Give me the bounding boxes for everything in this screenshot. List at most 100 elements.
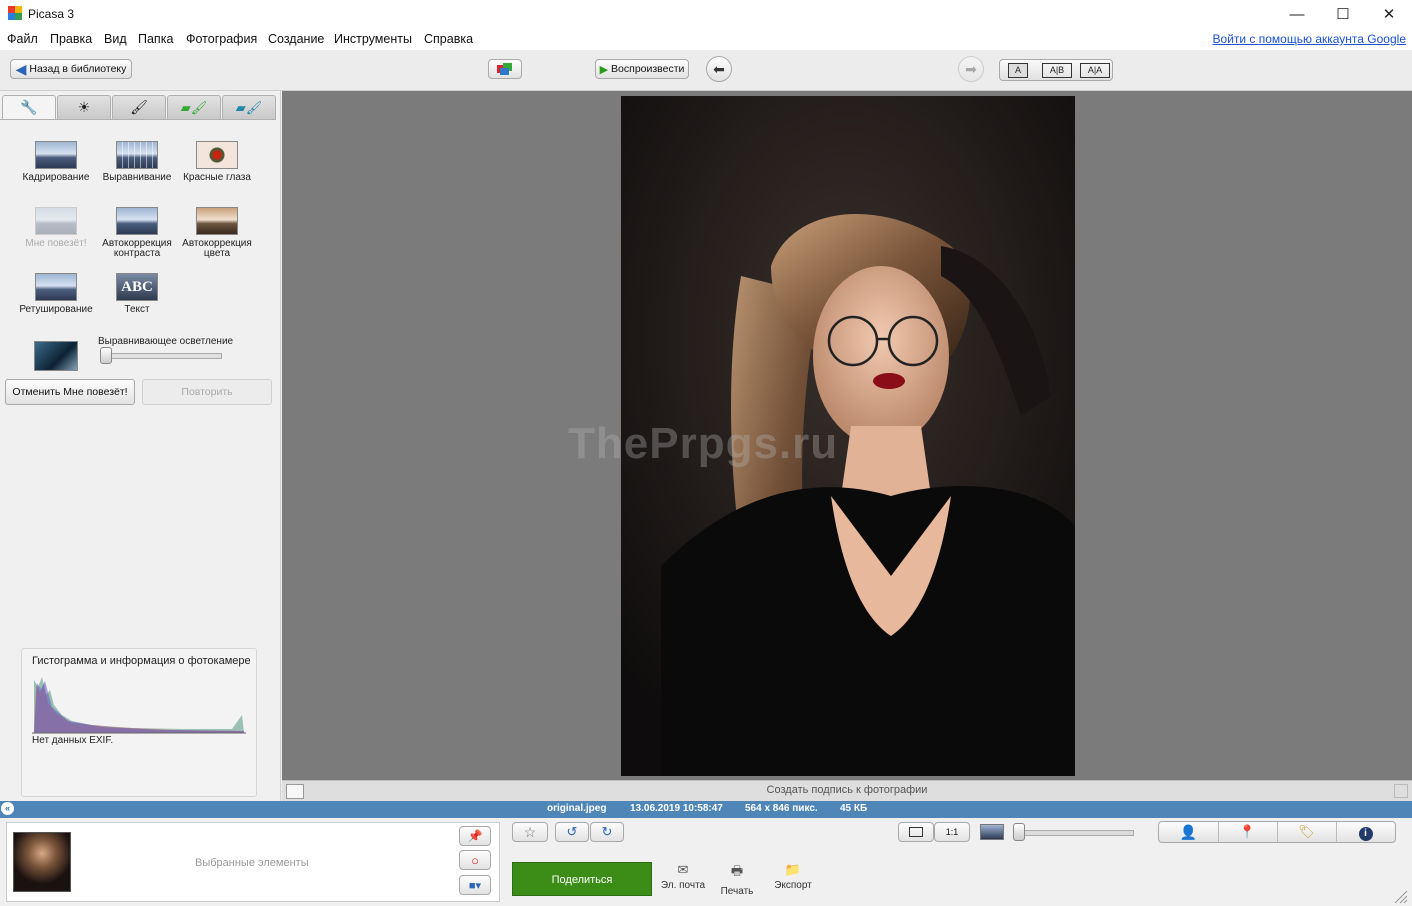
add-to-album-icon[interactable]: ■▾	[459, 875, 491, 895]
bottom-tray: Выбранные элементы 📌 ○ ■▾ ☆ ↺ ↻ 1:1 👤 📍 …	[0, 818, 1412, 906]
minimize-icon[interactable]: —	[1274, 0, 1320, 28]
edit-panel: 🔧 ☀ 🖌 ▰🖌 ▰🖌 Кадрирование Выравнивание Кр…	[0, 91, 281, 801]
previous-photo-button[interactable]: ⬅	[706, 56, 732, 82]
location-pin-icon[interactable]: 📍	[1218, 822, 1278, 842]
fill-light-icon	[34, 341, 78, 371]
straighten-icon	[116, 141, 158, 169]
tool-straighten-label: Выравнивание	[102, 172, 172, 183]
back-arrow-icon: ◀	[15, 60, 27, 77]
wrench-icon: 🔧	[20, 99, 38, 115]
google-signin-link[interactable]: Войти с помощью аккаунта Google	[1213, 32, 1406, 46]
zoom-track	[1018, 830, 1134, 836]
clear-tray-icon[interactable]: ○	[459, 850, 491, 870]
next-photo-button[interactable]: ➡	[958, 56, 984, 82]
undo-lucky-button[interactable]: Отменить Мне повезёт!	[5, 379, 135, 405]
fill-light-slider[interactable]	[100, 347, 112, 364]
play-label: Воспроизвести	[611, 63, 685, 75]
menu-bar: Файл Правка Вид Папка Фотография Создани…	[0, 28, 1412, 50]
info-icon[interactable]: i	[1336, 822, 1395, 842]
red-eye-icon	[196, 141, 238, 169]
crop-icon	[35, 141, 77, 169]
collapse-left-icon[interactable]: «	[1, 802, 14, 815]
photo-viewer: ThePrpgs.ru	[282, 91, 1412, 780]
back-to-library-button[interactable]: ◀ Назад в библиотеку	[10, 59, 132, 79]
tool-auto-color[interactable]: Автокоррекция цвета	[177, 207, 257, 259]
auto-color-icon	[196, 207, 238, 235]
maximize-icon[interactable]: ☐	[1320, 0, 1366, 28]
window-title: Picasa 3	[28, 7, 75, 21]
tab-divider	[0, 119, 276, 120]
toolbar: ◀ Назад в библиотеку ▶ Воспроизвести ⬅ ➡…	[0, 50, 1412, 136]
menu-file[interactable]: Файл	[7, 32, 38, 46]
tool-redeye[interactable]: Красные глаза	[177, 141, 257, 183]
view-single-button[interactable]: A	[1008, 63, 1028, 78]
menu-folder[interactable]: Папка	[138, 32, 173, 46]
arrow-left-icon: ⬅	[713, 60, 725, 77]
histogram-title: Гистограмма и информация о фотокамере	[32, 655, 251, 667]
brush-icon: 🖌	[130, 99, 148, 115]
menu-help[interactable]: Справка	[424, 32, 473, 46]
green-brush-icon: ▰🖌	[180, 99, 208, 115]
tool-text[interactable]: ABC Текст	[97, 273, 177, 315]
share-button[interactable]: Поделиться	[512, 862, 652, 896]
auto-contrast-icon	[116, 207, 158, 235]
menu-create[interactable]: Создание	[268, 32, 324, 46]
envelope-icon: ✉	[677, 862, 689, 877]
filename-text: original.jpeg	[547, 803, 607, 814]
selection-tray: Выбранные элементы 📌 ○ ■▾	[6, 822, 500, 902]
menu-photo[interactable]: Фотография	[186, 32, 257, 46]
actual-size-button[interactable]: 1:1	[934, 822, 970, 842]
fill-light-label: Выравнивающее осветление	[98, 336, 234, 347]
fit-to-window-icon[interactable]	[898, 822, 934, 842]
filesize-text: 45 КБ	[840, 803, 868, 814]
arrow-right-icon: ➡	[965, 60, 977, 77]
tags-icon[interactable]: 🏷	[1277, 822, 1337, 842]
blue-brush-icon: ▰🖌	[235, 99, 263, 115]
tab-effects[interactable]: 🖌	[112, 95, 166, 119]
star-icon[interactable]: ☆	[512, 822, 548, 842]
tab-tuning[interactable]: ☀	[57, 95, 111, 119]
print-button[interactable]: 🖶 Печать	[714, 862, 760, 897]
photo-share-icon[interactable]	[488, 59, 522, 79]
tool-retouch[interactable]: Ретуширование	[16, 273, 96, 315]
tray-label: Выбранные элементы	[195, 857, 309, 869]
dimensions-text: 564 x 846 пикс.	[745, 803, 818, 814]
caption-expand-icon[interactable]	[1394, 784, 1408, 798]
tool-im-feeling-lucky[interactable]: Мне повезёт!	[16, 207, 96, 249]
printer-icon: 🖶	[730, 863, 744, 878]
play-icon: ▶	[599, 63, 609, 76]
play-slideshow-button[interactable]: ▶ Воспроизвести	[595, 59, 689, 79]
tab-basic-fixes[interactable]: 🔧	[2, 95, 56, 119]
selected-photo-thumb[interactable]	[13, 832, 71, 892]
email-button[interactable]: ✉ Эл. почта	[658, 862, 708, 891]
resize-grip-icon[interactable]	[1392, 888, 1408, 904]
export-folder-icon: 📁	[784, 862, 802, 877]
rotate-right-icon[interactable]: ↻	[590, 822, 624, 842]
view-compare-button[interactable]: A|B	[1042, 63, 1072, 78]
tab-effects-3[interactable]: ▰🖌	[222, 95, 276, 119]
export-button[interactable]: 📁 Экспорт	[770, 862, 816, 891]
back-to-library-label: Назад в библиотеку	[29, 63, 127, 75]
rotate-left-icon[interactable]: ↺	[555, 822, 589, 842]
people-icon[interactable]: 👤	[1159, 822, 1219, 842]
menu-tools[interactable]: Инструменты	[334, 32, 412, 46]
tool-text-label: Текст	[124, 304, 150, 315]
zoom-slider[interactable]	[1013, 823, 1025, 841]
fill-light-track	[102, 353, 222, 359]
menu-edit[interactable]: Правка	[50, 32, 92, 46]
tool-crop[interactable]: Кадрирование	[16, 141, 96, 183]
hold-pin-icon[interactable]: 📌	[459, 826, 491, 846]
zoom-image-icon	[980, 824, 1004, 840]
histogram-panel: Гистограмма и информация о фотокамере Не…	[21, 648, 257, 797]
menu-view[interactable]: Вид	[104, 32, 127, 46]
lucky-icon	[35, 207, 77, 235]
close-icon[interactable]: ✕	[1366, 0, 1412, 28]
watermark-text: ThePrpgs.ru	[568, 419, 839, 468]
caption-input[interactable]: Создать подпись к фотографии	[282, 784, 1412, 796]
redo-button[interactable]: Повторить	[142, 379, 272, 405]
tab-effects-2[interactable]: ▰🖌	[167, 95, 221, 119]
view-before-after-button[interactable]: A|A	[1080, 63, 1110, 78]
tool-straighten[interactable]: Выравнивание	[97, 141, 177, 183]
tool-auto-contrast[interactable]: Автокоррекция контраста	[97, 207, 177, 259]
sun-icon: ☀	[77, 99, 91, 115]
